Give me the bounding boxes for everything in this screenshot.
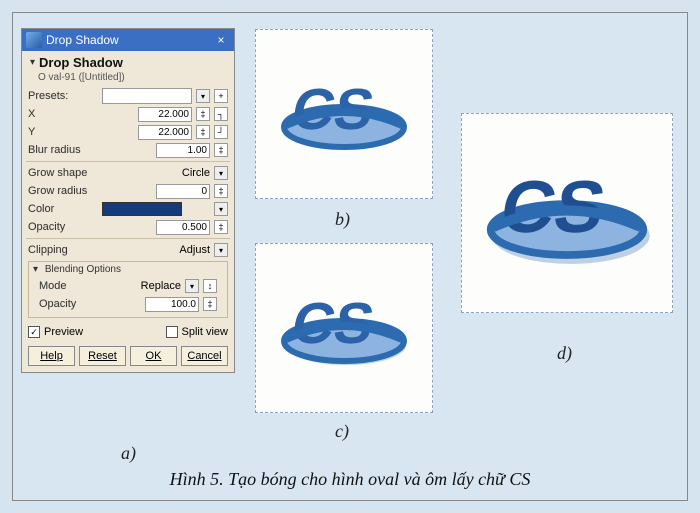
figure-caption: Hình 5. Tạo bóng cho hình oval và ôm lấy…: [13, 469, 687, 490]
thumb-c: CS: [255, 243, 433, 413]
color-row: Color ▾: [22, 200, 234, 218]
preview-row: ✓ Preview Split view: [22, 322, 234, 342]
opacity-label: Opacity: [28, 221, 98, 233]
thumb-d: CS: [461, 113, 673, 313]
presets-label: Presets:: [28, 90, 98, 102]
cancel-button[interactable]: Cancel: [181, 346, 228, 366]
thumb-b: CS: [255, 29, 433, 199]
presets-add-icon[interactable]: +: [214, 89, 228, 103]
blend-opacity-label: Opacity: [39, 298, 109, 310]
presets-select[interactable]: [102, 88, 192, 104]
x-label: X: [28, 108, 98, 120]
presets-dropdown-icon[interactable]: ▾: [196, 89, 210, 103]
blur-input[interactable]: [156, 143, 210, 158]
grow-radius-input[interactable]: [156, 184, 210, 199]
help-button[interactable]: Help: [28, 346, 75, 366]
y-input[interactable]: [138, 125, 192, 140]
grow-shape-row: Grow shape Circle ▾: [22, 164, 234, 182]
preview-label: Preview: [44, 326, 83, 338]
blend-title: Blending Options: [45, 264, 121, 275]
opacity-row: Opacity ‡: [22, 218, 234, 236]
figure-page: Drop Shadow × ▾ Drop Shadow O val-91 ([U…: [12, 12, 688, 501]
x-spin-icon[interactable]: ‡: [196, 107, 210, 121]
close-icon[interactable]: ×: [212, 33, 230, 47]
blending-options: ▾ Blending Options Mode Replace ▾ ↕ Opac…: [28, 261, 228, 318]
grow-radius-row: Grow radius ‡: [22, 182, 234, 200]
layer-subtitle: O val-91 ([Untitled]): [22, 72, 234, 87]
mode-value: Replace: [141, 280, 181, 292]
blend-collapse-icon[interactable]: ▾: [33, 264, 38, 275]
mode-aux-icon[interactable]: ↕: [203, 279, 217, 293]
cs-logo-d: CS: [477, 143, 657, 283]
filter-title: Drop Shadow: [39, 55, 123, 70]
label-b: b): [335, 209, 350, 230]
color-label: Color: [28, 203, 98, 215]
mode-label: Mode: [39, 280, 109, 292]
dialog-buttons: Help Reset OK Cancel: [22, 342, 234, 372]
color-swatch[interactable]: [102, 202, 182, 216]
blur-row: Blur radius ‡: [22, 141, 234, 159]
opacity-input[interactable]: [156, 220, 210, 235]
y-label: Y: [28, 126, 98, 138]
label-c: c): [335, 421, 349, 442]
blur-spin-icon[interactable]: ‡: [214, 143, 228, 157]
x-input[interactable]: [138, 107, 192, 122]
app-icon: [26, 32, 42, 48]
label-a: a): [121, 443, 136, 464]
mode-dropdown-icon[interactable]: ▾: [185, 279, 199, 293]
drop-shadow-dialog: Drop Shadow × ▾ Drop Shadow O val-91 ([U…: [21, 28, 235, 373]
titlebar: Drop Shadow ×: [22, 29, 234, 51]
filter-header: ▾ Drop Shadow: [22, 51, 234, 72]
blend-opacity-input[interactable]: [145, 297, 199, 312]
y-row: Y ‡ ┘: [22, 123, 234, 141]
cs-logo-c: CS: [274, 273, 414, 383]
collapse-icon[interactable]: ▾: [30, 57, 35, 68]
grow-radius-spin-icon[interactable]: ‡: [214, 184, 228, 198]
blur-label: Blur radius: [28, 144, 98, 156]
clipping-row: Clipping Adjust ▾: [22, 241, 234, 259]
y-spin-icon[interactable]: ‡: [196, 125, 210, 139]
color-dropdown-icon[interactable]: ▾: [214, 202, 228, 216]
link-xy-bottom-icon[interactable]: ┘: [214, 125, 228, 139]
grow-shape-label: Grow shape: [28, 167, 98, 179]
preview-checkbox[interactable]: ✓: [28, 326, 40, 338]
link-xy-icon[interactable]: ┐: [214, 107, 228, 121]
split-checkbox[interactable]: [166, 326, 178, 338]
grow-shape-value: Circle: [182, 167, 210, 179]
clipping-label: Clipping: [28, 244, 98, 256]
clipping-value: Adjust: [179, 244, 210, 256]
label-d: d): [557, 343, 572, 364]
split-label: Split view: [182, 326, 228, 338]
grow-radius-label: Grow radius: [28, 185, 98, 197]
x-row: X ‡ ┐: [22, 105, 234, 123]
mode-row: Mode Replace ▾ ↕: [33, 277, 223, 295]
window-title: Drop Shadow: [46, 33, 119, 47]
grow-shape-dropdown-icon[interactable]: ▾: [214, 166, 228, 180]
blend-opacity-spin-icon[interactable]: ‡: [203, 297, 217, 311]
blend-opacity-row: Opacity ‡: [33, 295, 223, 313]
reset-button[interactable]: Reset: [79, 346, 126, 366]
ok-button[interactable]: OK: [130, 346, 177, 366]
clipping-dropdown-icon[interactable]: ▾: [214, 243, 228, 257]
presets-row: Presets: ▾ +: [22, 87, 234, 105]
opacity-spin-icon[interactable]: ‡: [214, 220, 228, 234]
cs-logo-b: CS: [274, 59, 414, 169]
